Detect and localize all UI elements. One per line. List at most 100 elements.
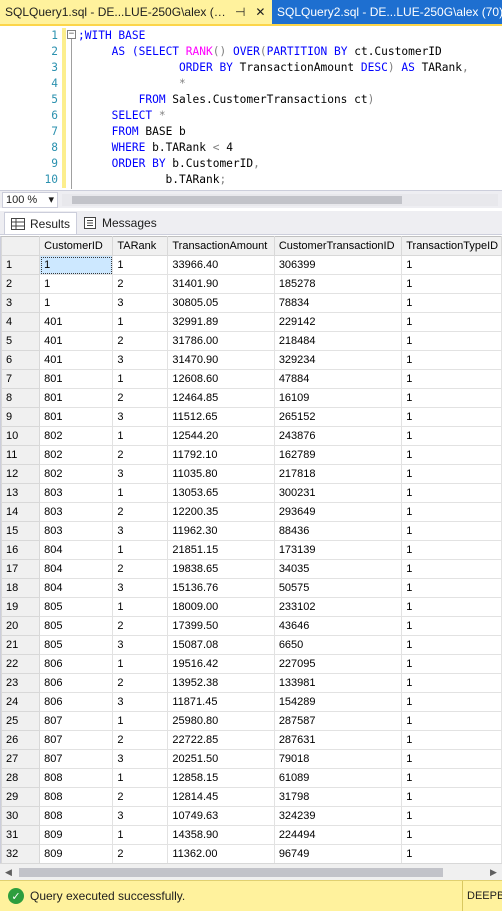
grid-cell[interactable]: 96749: [273, 844, 403, 863]
grid-cell[interactable]: 808: [39, 806, 114, 826]
grid-cell[interactable]: 1: [401, 331, 502, 351]
grid-cell[interactable]: 43646: [273, 616, 403, 636]
grid-cell[interactable]: 804: [39, 578, 114, 598]
grid-cell[interactable]: 32991.89: [167, 312, 275, 332]
row-number[interactable]: 27: [1, 749, 41, 769]
grid-cell[interactable]: 287631: [273, 730, 403, 750]
grid-cell[interactable]: 1: [401, 616, 502, 636]
grid-cell[interactable]: 802: [39, 426, 114, 446]
code-line[interactable]: 10 b.TARank;: [0, 172, 502, 188]
grid-cell[interactable]: 1: [401, 293, 502, 313]
grid-cell[interactable]: 1: [401, 502, 502, 522]
tab-sqlquery1[interactable]: SQLQuery1.sql - DE...LUE-250G\alex (60))…: [0, 0, 272, 24]
grid-cell[interactable]: 287587: [273, 711, 403, 731]
grid-cell[interactable]: 1: [112, 654, 169, 674]
grid-cell[interactable]: 1: [39, 293, 114, 313]
grid-cell[interactable]: 802: [39, 445, 114, 465]
scroll-right-icon[interactable]: ▶: [485, 864, 502, 881]
grid-cell[interactable]: 804: [39, 559, 114, 579]
grid-cell[interactable]: 3: [112, 806, 169, 826]
grid-cell[interactable]: 2: [112, 844, 169, 863]
code-line[interactable]: 7 FROM BASE b: [0, 124, 502, 140]
grid-cell[interactable]: 808: [39, 787, 114, 807]
grid-cell[interactable]: 2: [112, 559, 169, 579]
scroll-track[interactable]: [17, 864, 485, 881]
grid-cell[interactable]: 1: [401, 597, 502, 617]
tab-messages[interactable]: Messages: [77, 212, 163, 234]
grid-cell[interactable]: 12200.35: [167, 502, 275, 522]
grid-cell[interactable]: 31470.90: [167, 350, 275, 370]
grid-cell[interactable]: 293649: [273, 502, 403, 522]
grid-cell[interactable]: 808: [39, 768, 114, 788]
scrollbar-thumb[interactable]: [72, 195, 402, 204]
grid-cell[interactable]: 324239: [273, 806, 403, 826]
grid-cell[interactable]: 3: [112, 635, 169, 655]
grid-cell[interactable]: 401: [39, 312, 114, 332]
row-number[interactable]: 1: [1, 255, 41, 275]
grid-cell[interactable]: 401: [39, 331, 114, 351]
grid-cell[interactable]: 233102: [273, 597, 403, 617]
grid-cell[interactable]: 185278: [273, 274, 403, 294]
row-number[interactable]: 31: [1, 825, 41, 845]
grid-cell[interactable]: 31798: [273, 787, 403, 807]
grid-cell[interactable]: 11362.00: [167, 844, 275, 863]
grid-cell[interactable]: 809: [39, 825, 114, 845]
grid-cell[interactable]: 1: [39, 255, 114, 275]
grid-cell[interactable]: 807: [39, 730, 114, 750]
row-number[interactable]: 24: [1, 692, 41, 712]
grid-cell[interactable]: 801: [39, 369, 114, 389]
grid-cell[interactable]: 801: [39, 388, 114, 408]
row-number[interactable]: 6: [1, 350, 41, 370]
grid-cell[interactable]: 12544.20: [167, 426, 275, 446]
grid-cell[interactable]: 173139: [273, 540, 403, 560]
code-line[interactable]: 8 WHERE b.TARank < 4: [0, 140, 502, 156]
grid-cell[interactable]: 1: [112, 255, 169, 275]
grid-cell[interactable]: 807: [39, 749, 114, 769]
column-header[interactable]: TARank: [112, 236, 169, 256]
row-number[interactable]: 5: [1, 331, 41, 351]
grid-cell[interactable]: 6650: [273, 635, 403, 655]
grid-cell[interactable]: 1: [401, 388, 502, 408]
row-number[interactable]: 15: [1, 521, 41, 541]
grid-cell[interactable]: 224494: [273, 825, 403, 845]
row-number[interactable]: 14: [1, 502, 41, 522]
grid-cell[interactable]: 25980.80: [167, 711, 275, 731]
grid-cell[interactable]: 12858.15: [167, 768, 275, 788]
grid-cell[interactable]: 78834: [273, 293, 403, 313]
grid-cell[interactable]: 1: [401, 730, 502, 750]
grid-cell[interactable]: 18009.00: [167, 597, 275, 617]
grid-cell[interactable]: 10749.63: [167, 806, 275, 826]
grid-cell[interactable]: 805: [39, 635, 114, 655]
grid-cell[interactable]: 1: [401, 445, 502, 465]
grid-cell[interactable]: 806: [39, 654, 114, 674]
grid-cell[interactable]: 1: [401, 274, 502, 294]
grid-cell[interactable]: 19516.42: [167, 654, 275, 674]
grid-cell[interactable]: 3: [112, 578, 169, 598]
grid-cell[interactable]: 2: [112, 445, 169, 465]
row-number[interactable]: 22: [1, 654, 41, 674]
row-number[interactable]: 4: [1, 312, 41, 332]
grid-cell[interactable]: 1: [112, 426, 169, 446]
grid-cell[interactable]: 1: [112, 711, 169, 731]
grid-cell[interactable]: 1: [112, 597, 169, 617]
grid-cell[interactable]: 2: [112, 274, 169, 294]
grid-cell[interactable]: 1: [401, 559, 502, 579]
grid-cell[interactable]: 1: [401, 749, 502, 769]
code-line[interactable]: 3 ORDER BY TransactionAmount DESC) AS TA…: [0, 60, 502, 76]
row-number[interactable]: 11: [1, 445, 41, 465]
grid-cell[interactable]: 265152: [273, 407, 403, 427]
grid-cell[interactable]: 61089: [273, 768, 403, 788]
grid-cell[interactable]: 14358.90: [167, 825, 275, 845]
grid-cell[interactable]: 806: [39, 673, 114, 693]
grid-cell[interactable]: 2: [112, 787, 169, 807]
grid-cell[interactable]: 1: [401, 464, 502, 484]
row-number[interactable]: 19: [1, 597, 41, 617]
row-number[interactable]: 17: [1, 559, 41, 579]
grid-cell[interactable]: 33966.40: [167, 255, 275, 275]
close-icon[interactable]: ✕: [253, 4, 268, 20]
editor-horizontal-scrollbar[interactable]: [62, 193, 498, 206]
grid-cell[interactable]: 227095: [273, 654, 403, 674]
grid-cell[interactable]: 12608.60: [167, 369, 275, 389]
row-number[interactable]: 10: [1, 426, 41, 446]
grid-cell[interactable]: 1: [112, 825, 169, 845]
